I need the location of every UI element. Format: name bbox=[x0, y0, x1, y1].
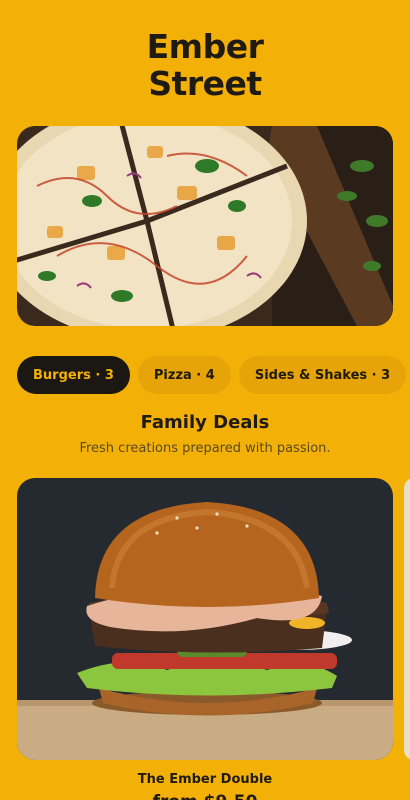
section-title: Family Deals bbox=[140, 412, 270, 433]
section-subtitle: Fresh creations prepared with passion. bbox=[79, 441, 331, 456]
product-card-image[interactable] bbox=[17, 478, 393, 760]
app-title: Ember Street bbox=[0, 28, 410, 102]
app-title-line1: Ember bbox=[146, 27, 264, 66]
tab-pizza[interactable]: Pizza · 4 bbox=[137, 356, 231, 394]
category-tabs: Burgers · 3 Pizza · 4 Sides & Shakes · 3 bbox=[17, 356, 407, 394]
next-product-card-peek[interactable] bbox=[404, 478, 410, 760]
app-title-line2: Street bbox=[148, 64, 262, 103]
product-price: from $9.50 bbox=[17, 792, 393, 800]
hero-pizza-image bbox=[17, 126, 393, 326]
tab-sides-and-shakes[interactable]: Sides & Shakes · 3 bbox=[238, 356, 407, 394]
product-name: The Ember Double bbox=[137, 772, 273, 787]
tab-burgers[interactable]: Burgers · 3 bbox=[17, 356, 130, 394]
